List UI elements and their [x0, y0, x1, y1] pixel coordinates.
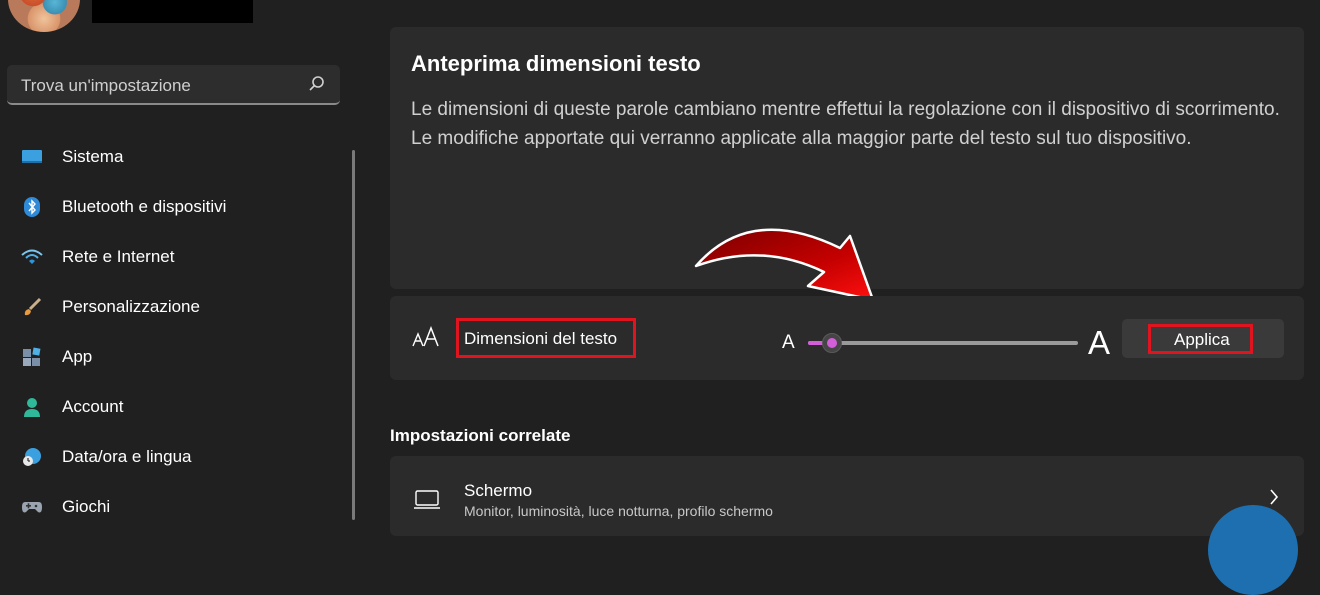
wifi-icon [21, 246, 43, 268]
sidebar-item-label: Sistema [62, 147, 124, 166]
apply-button-label: Applica [1174, 330, 1230, 349]
sidebar-item-data-ora[interactable]: Data/ora e lingua [0, 432, 352, 482]
sidebar-item-personalizzazione[interactable]: Personalizzazione [0, 282, 352, 332]
sidebar-item-label: Bluetooth e dispositivi [62, 197, 227, 216]
sidebar-item-label: Giochi [62, 497, 111, 516]
sidebar-item-app[interactable]: App [0, 332, 352, 382]
sidebar-item-label: Personalizzazione [62, 297, 200, 316]
sidebar-item-label: Rete e Internet [62, 247, 175, 266]
display-icon [414, 490, 440, 509]
sidebar-item-account[interactable]: Account [0, 382, 352, 432]
sidebar-item-rete[interactable]: Rete e Internet [0, 232, 352, 282]
sidebar-item-bluetooth[interactable]: Bluetooth e dispositivi [0, 182, 352, 232]
sidebar-item-label: Data/ora e lingua [62, 447, 192, 466]
sidebar-scrollbar[interactable] [352, 150, 355, 520]
sidebar-item-giochi[interactable]: Giochi [0, 482, 352, 532]
gamepad-icon [21, 496, 43, 518]
slider-min-label: A [782, 332, 795, 353]
chevron-right-icon [1270, 489, 1279, 505]
brush-icon [21, 296, 43, 318]
floating-help-button[interactable] [1208, 505, 1298, 595]
sidebar-nav: Sistema Bluetooth e dispositivi Rete e I… [0, 132, 352, 532]
text-size-row: Dimensioni del testo A A Applica [390, 296, 1304, 380]
globe-clock-icon [21, 446, 43, 468]
redacted-user-name [92, 0, 253, 23]
text-size-label: Dimensioni del testo [464, 329, 618, 348]
bluetooth-icon [21, 196, 43, 218]
search-input[interactable]: Trova un'impostazione [7, 65, 340, 105]
annotation-arrow-icon [694, 228, 875, 302]
sidebar: Trova un'impostazione Sistema Bluetooth … [0, 0, 360, 520]
schermo-subtitle: Monitor, luminosità, luce notturna, prof… [464, 503, 773, 519]
sidebar-item-sistema[interactable]: Sistema [0, 132, 352, 182]
apps-icon [21, 346, 43, 368]
related-setting-schermo[interactable]: Schermo Monitor, luminosità, luce nottur… [390, 456, 1304, 536]
text-size-icon [412, 326, 439, 347]
slider-thumb[interactable] [821, 333, 842, 353]
person-icon [21, 396, 43, 418]
related-settings-heading: Impostazioni correlate [390, 426, 571, 445]
preview-title: Anteprima dimensioni testo [411, 51, 701, 76]
sidebar-item-label: App [62, 347, 93, 366]
text-size-slider[interactable] [808, 341, 1078, 345]
search-icon[interactable] [308, 75, 326, 93]
preview-body: Le dimensioni di queste parole cambiano … [411, 99, 1280, 149]
schermo-title: Schermo [464, 481, 533, 500]
avatar[interactable] [8, 0, 80, 32]
sidebar-item-label: Account [62, 397, 124, 416]
monitor-icon [21, 146, 43, 168]
search-placeholder: Trova un'impostazione [21, 76, 191, 95]
slider-max-label: A [1088, 324, 1111, 361]
